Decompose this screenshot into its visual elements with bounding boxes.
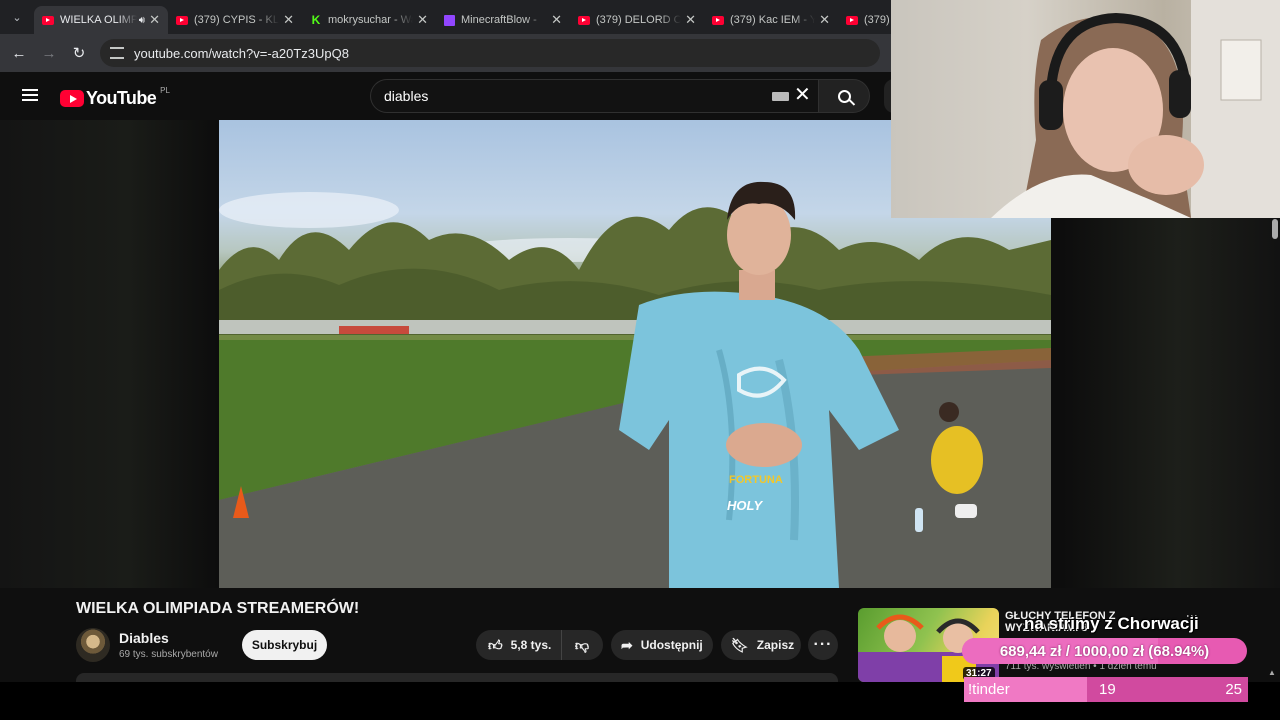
more-actions-button[interactable]: ···	[808, 630, 838, 660]
share-button[interactable]: ➦ Udostępnij	[611, 630, 713, 660]
search-icon	[837, 89, 851, 103]
bookmark-icon: 🔖︎	[731, 636, 749, 653]
donation-goal-text: 689,44 zł / 1000,00 zł (68.94%)	[999, 642, 1210, 660]
webcam-overlay	[891, 0, 1280, 218]
tab-title: MinecraftBlow -	[461, 14, 537, 26]
search-button[interactable]	[818, 79, 870, 113]
youtube-play-icon	[60, 90, 84, 107]
twitch-icon	[444, 14, 455, 26]
like-count: 5,8 tys.	[510, 638, 552, 652]
vote-count-b: 25	[1225, 681, 1242, 698]
donation-goal-bar: 689,44 zł / 1000,00 zł (68.94%)	[962, 638, 1247, 664]
audio-playing-icon[interactable]: 🔊︎	[139, 15, 145, 26]
channel-avatar[interactable]	[76, 628, 110, 662]
browser-tab[interactable]: (379) CYPIS - KLUB ✕	[168, 6, 302, 34]
tab-title: WIELKA OLIMPIADA STREAMERÓW!	[60, 14, 137, 26]
tab-close-icon[interactable]: ✕	[149, 12, 160, 28]
browser-tab[interactable]: WIELKA OLIMPIADA STREAMERÓW!🔊︎ ✕	[34, 6, 168, 34]
tab-close-icon[interactable]: ✕	[283, 12, 294, 28]
dislike-button[interactable]: 👎︎	[562, 637, 602, 654]
menu-icon[interactable]	[22, 89, 38, 101]
thumbs-down-icon: 👎︎	[574, 636, 590, 653]
back-arrow-icon[interactable]: ←	[4, 45, 34, 62]
youtube-logo[interactable]: YouTube PL	[60, 86, 170, 109]
browser-tab[interactable]: Kmokrysuchar - Watch ✕	[302, 6, 436, 34]
kick-icon: K	[311, 13, 321, 27]
country-code: PL	[160, 86, 170, 95]
shirt-brand-text: HOLY	[727, 498, 763, 513]
vote-count-a: 19	[1099, 681, 1116, 698]
donation-goal-title: na strimy z Chorwacji	[1024, 614, 1199, 633]
browser-tab[interactable]: MinecraftBlow - ✕	[436, 6, 570, 34]
like-button[interactable]: 👍︎ 5,8 tys.	[476, 630, 562, 660]
address-bar[interactable]: youtube.com/watch?v=-a20Tz3UpQ8	[100, 39, 880, 67]
tab-list: WIELKA OLIMPIADA STREAMERÓW!🔊︎✕(379) CYP…	[34, 0, 972, 34]
like-dislike-group: 👍︎ 5,8 tys. 👎︎	[476, 630, 603, 660]
url-text: youtube.com/watch?v=-a20Tz3UpQ8	[134, 45, 349, 61]
vote-command-label: !tinder	[968, 681, 1010, 698]
browser-toolbar: ← → ↻ youtube.com/watch?v=-a20Tz3UpQ8	[0, 34, 891, 72]
reload-icon[interactable]: ↻	[64, 44, 94, 62]
video-title: WIELKA OLIMPIADA STREAMERÓW!	[76, 600, 360, 617]
channel-name[interactable]: Diables	[119, 630, 169, 646]
screen: ⌄ WIELKA OLIMPIADA STREAMERÓW!🔊︎✕(379) C…	[0, 0, 1280, 720]
vote-widget: !tinder 19 25	[964, 677, 1248, 702]
subscribe-button[interactable]: Subskrybuj	[242, 630, 327, 660]
tab-search-chevron-icon[interactable]: ⌄	[0, 0, 34, 34]
share-label: Udostępnij	[640, 638, 703, 652]
browser-tab[interactable]: (379) Kac IEM - Y ✕	[704, 6, 838, 34]
tab-title: mokrysuchar - Watch	[328, 14, 413, 26]
webcam-frame	[991, 0, 1280, 218]
subscriber-count: 69 tys. subskrybentów	[119, 649, 218, 660]
tab-close-icon[interactable]: ✕	[819, 12, 830, 28]
search-query: diables	[384, 88, 429, 104]
tab-close-icon[interactable]: ✕	[685, 12, 696, 28]
save-button[interactable]: 🔖︎ Zapisz	[721, 630, 801, 660]
share-icon: ➦	[621, 636, 633, 653]
tab-close-icon[interactable]: ✕	[551, 12, 562, 28]
sidebar-scroll-arrow-icon[interactable]: ▲	[1268, 668, 1276, 677]
site-settings-icon[interactable]	[110, 47, 124, 59]
tab-title: (379) CYPIS - KLUB	[194, 14, 279, 26]
clear-search-icon[interactable]: ✕	[794, 85, 811, 105]
forward-arrow-icon[interactable]: →	[34, 45, 64, 62]
more-dots-icon: ···	[813, 636, 833, 653]
youtube-icon	[176, 15, 188, 25]
tab-title: (379) Kac IEM - Y	[730, 14, 816, 26]
keyboard-icon[interactable]	[772, 92, 789, 101]
youtube-icon	[712, 15, 724, 25]
tab-close-icon[interactable]: ✕	[417, 12, 428, 28]
youtube-logo-text: YouTube	[86, 88, 157, 108]
youtube-icon	[578, 15, 590, 25]
save-label: Zapisz	[756, 638, 795, 652]
thumbs-up-icon: 👍︎	[488, 636, 503, 653]
tab-title: (379) DELORD O	[596, 14, 682, 26]
shirt-sponsor-text: FORTUNA	[729, 474, 783, 486]
browser-tab[interactable]: (379) DELORD O ✕	[570, 6, 704, 34]
youtube-icon	[846, 15, 858, 25]
search-input[interactable]: diables	[370, 79, 818, 113]
page-scrollbar-thumb[interactable]	[1272, 219, 1278, 239]
youtube-icon	[42, 15, 54, 25]
